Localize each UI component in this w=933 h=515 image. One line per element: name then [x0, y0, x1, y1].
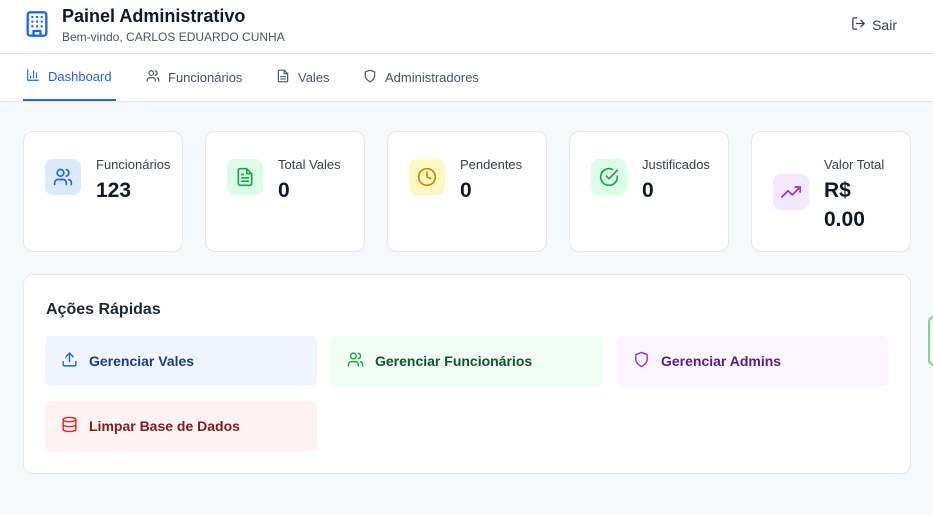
- building-icon: [23, 10, 51, 38]
- shield-icon: [633, 351, 650, 371]
- tab-vales[interactable]: Vales: [276, 54, 330, 101]
- file-text-icon: [276, 69, 290, 86]
- check-circle-icon: [591, 159, 627, 195]
- button-label: Limpar Base de Dados: [89, 418, 240, 434]
- clear-database-button[interactable]: Limpar Base de Dados: [45, 401, 317, 451]
- log-out-icon: [851, 16, 866, 34]
- main-nav: Dashboard Funcionários Vales Administrad…: [0, 54, 933, 102]
- stat-value: R$ 0.00: [824, 179, 865, 231]
- stat-label: Funcionários: [96, 157, 171, 172]
- tab-dashboard[interactable]: Dashboard: [23, 54, 116, 101]
- side-widget-tab[interactable]: [928, 316, 933, 366]
- tab-funcionarios[interactable]: Funcionários: [146, 54, 242, 101]
- logout-label: Sair: [872, 17, 897, 33]
- stat-label: Total Vales: [278, 157, 341, 172]
- users-icon: [347, 351, 364, 371]
- stat-card-justificados: Justificados 0: [569, 131, 729, 252]
- stat-card-valor-total: Valor Total R$ 0.00: [751, 131, 911, 252]
- tab-label: Dashboard: [48, 69, 112, 84]
- app-title: Painel Administrativo: [62, 6, 246, 26]
- tab-label: Funcionários: [168, 70, 243, 85]
- button-label: Gerenciar Vales: [89, 353, 195, 369]
- upload-icon: [61, 351, 78, 371]
- welcome-text: Bem-vindo, CARLOS EDUARDO CUNHA: [62, 30, 285, 44]
- manage-admins-button[interactable]: Gerenciar Admins: [617, 336, 889, 386]
- stat-label: Justificados: [642, 157, 710, 172]
- stat-value: 0: [642, 179, 654, 202]
- tab-label: Administradores: [385, 70, 479, 85]
- tab-administradores[interactable]: Administradores: [363, 54, 479, 101]
- file-text-icon: [227, 159, 263, 195]
- app-header: Painel Administrativo Bem-vindo, CARLOS …: [0, 0, 933, 54]
- logout-button[interactable]: Sair: [851, 16, 897, 34]
- stat-card-total-vales: Total Vales 0: [205, 131, 365, 252]
- button-label: Gerenciar Funcionários: [375, 353, 533, 369]
- trending-up-icon: [773, 174, 809, 210]
- clock-icon: [409, 159, 445, 195]
- database-icon: [61, 416, 78, 436]
- users-icon: [45, 159, 81, 195]
- stat-value: 123: [96, 179, 132, 202]
- stat-label: Pendentes: [460, 157, 523, 172]
- stat-card-pendentes: Pendentes 0: [387, 131, 547, 252]
- stat-value: 0: [460, 179, 472, 202]
- users-icon: [146, 69, 160, 86]
- manage-vales-button[interactable]: Gerenciar Vales: [45, 336, 317, 386]
- stat-card-funcionarios: Funcionários 123: [23, 131, 183, 252]
- bar-chart-icon: [26, 68, 40, 85]
- shield-icon: [363, 69, 377, 86]
- quick-actions-panel: Ações Rápidas Gerenciar Vales Gerenciar …: [23, 274, 911, 474]
- manage-funcionarios-button[interactable]: Gerenciar Funcionários: [331, 336, 603, 386]
- button-label: Gerenciar Admins: [661, 353, 782, 369]
- section-title: Ações Rápidas: [46, 301, 161, 318]
- stat-label: Valor Total: [824, 157, 885, 172]
- tab-label: Vales: [298, 70, 330, 85]
- stat-value: 0: [278, 179, 290, 202]
